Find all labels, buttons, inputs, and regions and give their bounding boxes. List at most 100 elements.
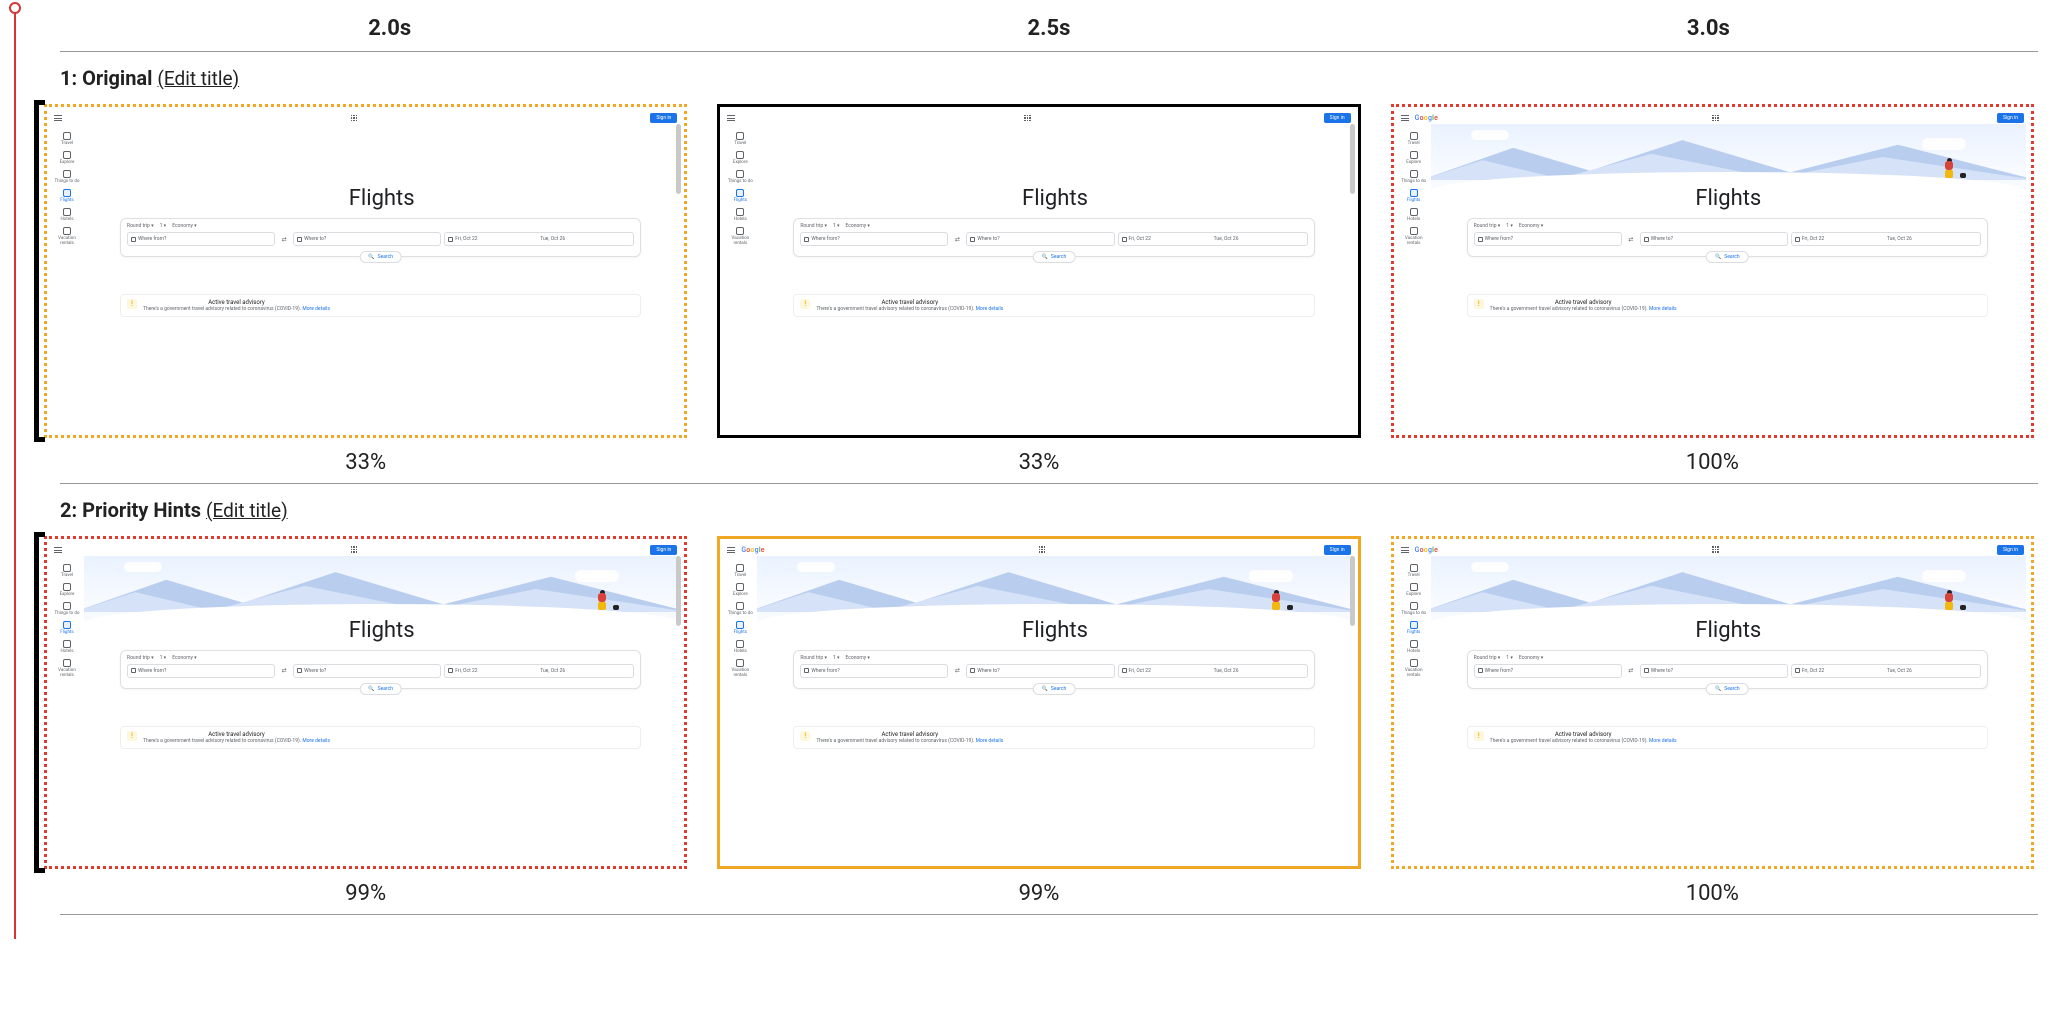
search-card: Round trip1EconomyWhere from?⇄Where to?F…	[793, 218, 1314, 257]
mini-sidebar: TravelExploreThings to doFlightsHotelsVa…	[725, 128, 755, 430]
nav-item-icon	[736, 659, 744, 667]
date-field: Fri, Oct 22Tue, Oct 26	[1118, 664, 1308, 678]
mini-sidebar-item: Vacation rentals	[725, 659, 755, 678]
origin-field: Where from?	[127, 664, 275, 678]
travel-advisory: !Active travel advisoryThere's a governm…	[793, 726, 1314, 749]
calendar-icon	[1122, 668, 1127, 673]
mini-sidebar-item: Things to do	[1399, 170, 1429, 184]
sign-in-button: Sign in	[1324, 113, 1351, 123]
mini-sidebar: TravelExploreThings to doFlightsHotelsVa…	[1399, 128, 1429, 430]
trip-type-chip: Round trip	[800, 223, 827, 229]
row-title: 1: Original (Edit title)	[60, 66, 2038, 90]
search-icon: 🔍	[1042, 686, 1048, 692]
hamburger-menu-icon	[54, 115, 62, 121]
nav-item-icon	[63, 189, 71, 197]
mini-sidebar-item: Hotels	[725, 208, 755, 222]
calendar-icon	[1122, 237, 1127, 242]
warning-icon: !	[127, 731, 137, 741]
date-field: Fri, Oct 22Tue, Oct 26	[1791, 664, 1981, 678]
frame-shell: Sign inTravelExploreThings to doFlightsH…	[713, 100, 1364, 442]
cabin-chip: Economy	[1519, 655, 1543, 661]
mini-sidebar-item: Hotels	[725, 640, 755, 654]
mini-sidebar-item: Flights	[725, 189, 755, 203]
mini-sidebar-item: Hotels	[1399, 640, 1429, 654]
mini-page: Sign inTravelExploreThings to doFlightsH…	[723, 110, 1354, 432]
mini-sidebar-item: Flights	[52, 189, 82, 203]
frame-border: GoogleSign inTravelExploreThings to doFl…	[1391, 536, 2034, 870]
search-icon: 🔍	[1715, 686, 1721, 692]
edit-title-link[interactable]: (Edit title)	[157, 67, 239, 90]
nav-item-icon	[736, 132, 744, 140]
trip-type-chip: Round trip	[127, 223, 154, 229]
search-button: 🔍Search	[1033, 251, 1076, 263]
passenger-chip: 1	[1506, 223, 1513, 229]
timeline-vertical-line	[14, 8, 16, 939]
cabin-chip: Economy	[172, 223, 196, 229]
travel-advisory: !Active travel advisoryThere's a governm…	[793, 294, 1314, 317]
destination-field: Where to?	[1640, 232, 1788, 246]
mini-sidebar-item: Explore	[725, 151, 755, 165]
destination-field: Where to?	[966, 664, 1114, 678]
filmstrip-comparison: 2.0s2.5s3.0s1: Original (Edit title)Sign…	[40, 10, 2038, 915]
passenger-chip: 1	[833, 655, 840, 661]
origin-field: Where from?	[1474, 232, 1622, 246]
frame-border: Sign inTravelExploreThings to doFlightsH…	[44, 536, 687, 870]
mini-page: Sign inTravelExploreThings to doFlightsH…	[50, 110, 681, 432]
search-card: Round trip1EconomyWhere from?⇄Where to?F…	[120, 218, 641, 257]
mini-sidebar-item: Flights	[1399, 189, 1429, 203]
mini-sidebar-item: Travel	[725, 132, 755, 146]
visual-complete-pct: 33%	[40, 450, 691, 475]
mini-sidebar-item: Flights	[52, 621, 82, 635]
trip-chips: Round trip1Economy	[127, 655, 634, 661]
nav-item-icon	[736, 640, 744, 648]
nav-item-icon	[736, 583, 744, 591]
search-icon: 🔍	[1715, 254, 1721, 260]
visual-complete-pct: 33%	[713, 450, 1364, 475]
nav-item-icon	[736, 208, 744, 216]
mini-scrollbar	[676, 556, 681, 626]
passenger-chip: 1	[160, 223, 167, 229]
time-header-cell: 3.0s	[1379, 10, 2038, 47]
origin-icon	[1478, 237, 1483, 242]
destination-field: Where to?	[1640, 664, 1788, 678]
search-icon: 🔍	[368, 686, 374, 692]
calendar-icon	[1795, 237, 1800, 242]
sign-in-button: Sign in	[1997, 113, 2024, 123]
visual-complete-pct: 100%	[1387, 881, 2038, 906]
more-details-link: More details	[302, 738, 330, 744]
mini-sidebar-item: Vacation rentals	[1399, 227, 1429, 246]
mini-topbar: Sign in	[54, 544, 677, 556]
visual-complete-pct: 99%	[40, 881, 691, 906]
mini-sidebar-item: Vacation rentals	[1399, 659, 1429, 678]
frame-border: Sign inTravelExploreThings to doFlightsH…	[717, 104, 1360, 438]
nav-item-icon	[1410, 132, 1418, 140]
apps-grid-icon	[1024, 115, 1031, 122]
search-button: 🔍Search	[359, 251, 402, 263]
passenger-chip: 1	[1506, 655, 1513, 661]
trip-type-chip: Round trip	[1474, 655, 1501, 661]
nav-item-icon	[1410, 659, 1418, 667]
more-details-link: More details	[976, 306, 1004, 312]
destination-field: Where to?	[293, 232, 441, 246]
mini-sidebar-item: Travel	[1399, 132, 1429, 146]
apps-grid-icon	[351, 115, 358, 122]
destination-icon	[297, 668, 302, 673]
sign-in-button: Sign in	[1324, 545, 1351, 555]
mini-sidebar-item: Flights	[1399, 621, 1429, 635]
mini-topbar: GoogleSign in	[727, 544, 1350, 556]
origin-field: Where from?	[1474, 664, 1622, 678]
nav-item-icon	[736, 189, 744, 197]
nav-item-icon	[736, 564, 744, 572]
trip-type-chip: Round trip	[800, 655, 827, 661]
frame-shell: Sign inTravelExploreThings to doFlightsH…	[40, 100, 691, 442]
frame-cell: Sign inTravelExploreThings to doFlightsH…	[40, 100, 691, 475]
warning-icon: !	[127, 299, 137, 309]
trip-chips: Round trip 1 Economy	[1474, 655, 1981, 661]
mini-sidebar-item: Flights	[725, 621, 755, 635]
nav-item-icon	[736, 227, 744, 235]
nav-item-icon	[63, 227, 71, 235]
sign-in-button: Sign in	[650, 545, 677, 555]
nav-item-icon	[1410, 189, 1418, 197]
edit-title-link[interactable]: (Edit title)	[206, 499, 288, 522]
apps-grid-icon	[351, 546, 358, 553]
